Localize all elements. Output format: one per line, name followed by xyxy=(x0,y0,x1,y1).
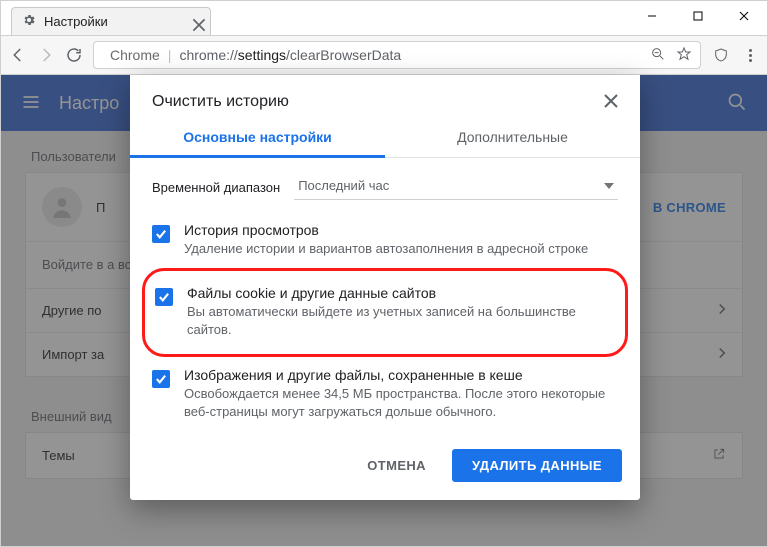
browser-menu-button[interactable] xyxy=(741,49,759,62)
new-tab-ghost[interactable] xyxy=(217,11,245,35)
window-close[interactable] xyxy=(721,1,767,31)
url-text: chrome://settings/clearBrowserData xyxy=(179,47,401,63)
shield-icon[interactable] xyxy=(711,45,731,65)
dialog-title: Очистить историю xyxy=(152,93,289,111)
gear-icon xyxy=(22,13,36,30)
time-range-label: Временной диапазон xyxy=(152,180,280,195)
forward-button[interactable] xyxy=(37,46,55,64)
time-range-select[interactable]: Последний час xyxy=(294,174,618,200)
chevron-down-icon xyxy=(604,183,614,189)
browser-tab[interactable]: Настройки xyxy=(11,7,211,35)
window-maximize[interactable] xyxy=(675,1,721,31)
reload-button[interactable] xyxy=(65,46,83,64)
close-icon[interactable] xyxy=(604,94,618,111)
checkbox-checked-icon[interactable] xyxy=(152,225,170,243)
back-button[interactable] xyxy=(9,46,27,64)
window-minimize[interactable] xyxy=(629,1,675,31)
clear-data-dialog: Очистить историю Основные настройки Допо… xyxy=(130,75,640,500)
check-cache[interactable]: Изображения и другие файлы, сохраненные … xyxy=(148,357,622,431)
check-cookies[interactable]: Файлы cookie и другие данные сайтов Вы а… xyxy=(151,275,619,349)
tab-advanced[interactable]: Дополнительные xyxy=(385,117,640,157)
tab-title: Настройки xyxy=(44,14,184,29)
tab-basic[interactable]: Основные настройки xyxy=(130,117,385,157)
clear-data-button[interactable]: УДАЛИТЬ ДАННЫЕ xyxy=(452,449,622,482)
checkbox-checked-icon[interactable] xyxy=(155,288,173,306)
address-bar[interactable]: Chrome | chrome://settings/clearBrowserD… xyxy=(93,41,701,69)
bookmark-star-icon[interactable] xyxy=(676,46,692,65)
check-history[interactable]: История просмотров Удаление истории и ва… xyxy=(148,212,622,268)
zoom-icon[interactable] xyxy=(650,46,666,65)
url-scheme: Chrome xyxy=(110,47,160,63)
cancel-button[interactable]: ОТМЕНА xyxy=(351,449,442,482)
checkbox-checked-icon[interactable] xyxy=(152,370,170,388)
close-tab-icon[interactable] xyxy=(192,18,200,26)
